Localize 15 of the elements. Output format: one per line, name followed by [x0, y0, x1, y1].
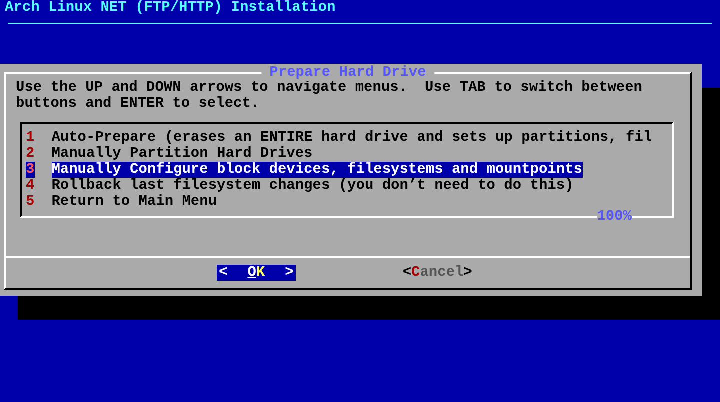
menu-item-number: 1	[26, 130, 35, 146]
menu-item[interactable]: Manually Configure block devices, filesystems and mountpoints	[52, 162, 582, 178]
menu-item[interactable]: Return to Main Menu	[52, 194, 218, 210]
menu-item-number: 5	[26, 194, 35, 210]
dialog-title: Prepare Hard Drive	[262, 65, 434, 81]
menu-item-number: 2	[26, 146, 35, 162]
menu-item[interactable]: Rollback last filesystem changes (you don’t need to do this)	[52, 178, 574, 194]
window-title: Arch Linux NET (FTP/HTTP) Installation	[4, 0, 336, 16]
menu-item[interactable]: Auto-Prepare (erases an ENTIRE hard drive and sets up partitions, fil	[52, 130, 652, 146]
menu-item[interactable]: Manually Partition Hard Drives	[52, 146, 313, 162]
dialog-button[interactable]: <Cancel>	[402, 265, 472, 281]
menu-item-number: 4	[26, 178, 35, 194]
instructions-text: Use the UP and DOWN arrows to navigate menus. Use TAB to switch between buttons and ENTER to select.	[16, 80, 644, 112]
menu-item-number: 3	[26, 162, 35, 178]
dialog-button[interactable]: < OK >	[217, 265, 296, 281]
